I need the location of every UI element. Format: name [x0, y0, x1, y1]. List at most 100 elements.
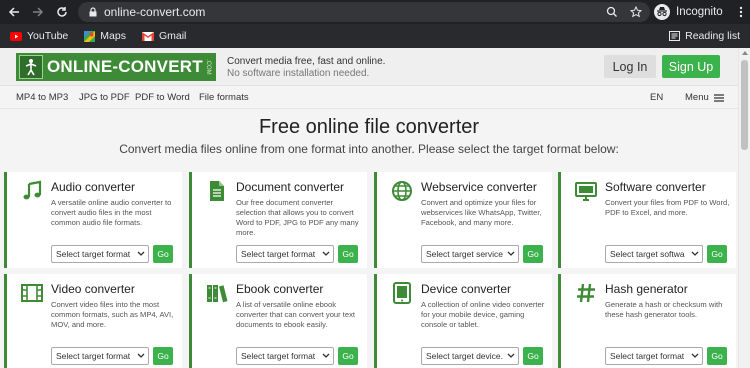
bookmark-label: YouTube [27, 30, 69, 42]
music-note-icon [23, 180, 42, 200]
signup-button[interactable]: Sign Up [662, 55, 720, 78]
scrollbar-thumb[interactable] [741, 60, 748, 150]
reading-list-label: Reading list [685, 30, 740, 42]
main-content: Free online file converter Convert media… [0, 110, 738, 368]
card-webservice-converter: Webservice converter Convert and optimiz… [374, 172, 552, 268]
chevron-down-icon [322, 353, 330, 358]
reading-list-icon [669, 31, 681, 41]
card-title: Audio converter [51, 180, 136, 194]
card-software-converter: Software converter Convert your files fr… [558, 172, 736, 268]
card-description: Convert and optimize your files for webs… [421, 198, 542, 227]
chevron-down-icon [691, 353, 699, 358]
go-button[interactable]: Go [338, 245, 358, 263]
card-audio-converter: Audio converter A versatile online audio… [4, 172, 182, 268]
bookmark-label: Gmail [158, 30, 187, 42]
target-format-select[interactable]: Select target format [51, 347, 149, 365]
reading-list-button[interactable]: Reading list [669, 24, 740, 48]
target-format-select[interactable]: Select target format [236, 347, 334, 365]
select-value: Select target format [610, 351, 685, 361]
card-video-converter: Video converter Convert video files into… [4, 274, 182, 368]
go-button[interactable]: Go [707, 245, 727, 263]
select-value: Select target service [426, 249, 504, 259]
chevron-down-icon [322, 251, 330, 256]
card-description: A versatile online audio converter to co… [51, 198, 172, 227]
chevron-down-icon [137, 251, 145, 256]
tagline-line1: Convert media free, fast and online. [227, 56, 386, 67]
chevron-down-icon [507, 251, 515, 256]
youtube-icon [10, 31, 22, 41]
card-description: Convert video files into the most common… [51, 300, 174, 329]
logo-com: .COM [204, 59, 211, 75]
tablet-icon [393, 282, 411, 304]
page-subtitle: Convert media files online from one form… [119, 142, 619, 156]
kebab-menu-icon[interactable] [739, 6, 743, 18]
target-format-select[interactable]: Select target format [236, 245, 334, 263]
card-title: Device converter [421, 282, 512, 296]
nav-link-jpg-to-pdf[interactable]: JPG to PDF [79, 92, 130, 103]
forward-button[interactable] [26, 0, 50, 24]
hamburger-icon [713, 93, 724, 102]
select-value: Select target format [56, 351, 131, 361]
card-ebook-converter: Ebook converter A list of versatile onli… [189, 274, 367, 368]
zoom-icon[interactable] [606, 6, 618, 18]
select-value: Select target format [56, 249, 131, 259]
target-software-select[interactable]: Select target softwa [605, 245, 703, 263]
bookmark-label: Maps [100, 30, 126, 42]
address-bar[interactable]: online-convert.com [78, 2, 650, 22]
scroll-up-arrow-icon[interactable] [742, 51, 748, 55]
browser-toolbar: online-convert.com Incognito [0, 0, 750, 24]
page-scrollbar[interactable] [738, 48, 750, 368]
maps-icon [84, 30, 96, 42]
chevron-down-icon [507, 353, 515, 358]
bookmark-gmail[interactable]: Gmail [141, 30, 187, 42]
nav-link-mp4-to-mp3[interactable]: MP4 to MP3 [16, 92, 68, 103]
hash-icon [577, 283, 595, 303]
go-button[interactable]: Go [153, 347, 173, 365]
target-format-select[interactable]: Select target format [51, 245, 149, 263]
profile-label: Incognito [676, 6, 723, 18]
gmail-icon [141, 31, 154, 41]
select-value: Select target format [241, 249, 316, 259]
forward-arrow-icon [33, 7, 44, 17]
incognito-icon [654, 4, 670, 20]
chevron-down-icon [137, 353, 145, 358]
nav-link-file-formats[interactable]: File formats [199, 92, 249, 103]
menu-button[interactable]: Menu [685, 92, 724, 103]
card-hash-generator: Hash generator Generate a hash or checks… [558, 274, 736, 368]
login-button[interactable]: Log In [604, 55, 656, 78]
reload-button[interactable] [50, 0, 74, 24]
select-value: Select target softwa [610, 249, 685, 259]
go-button[interactable]: Go [707, 347, 727, 365]
nav-link-pdf-to-word[interactable]: PDF to Word [135, 92, 190, 103]
card-title: Hash generator [605, 282, 688, 296]
chevron-down-icon [691, 251, 699, 256]
target-service-select[interactable]: Select target service [421, 245, 519, 263]
go-button[interactable]: Go [523, 245, 543, 263]
language-selector[interactable]: EN [650, 92, 663, 103]
target-format-select[interactable]: Select target format [605, 347, 703, 365]
card-description: A list of versatile online ebook convert… [236, 300, 356, 329]
logo-figure-icon [19, 55, 43, 79]
bookmark-youtube[interactable]: YouTube [10, 30, 68, 42]
incognito-profile[interactable]: Incognito [654, 2, 743, 22]
site-header: ONLINE-CONVERT .COM Convert media free, … [0, 48, 738, 86]
reload-icon [57, 7, 67, 17]
go-button[interactable]: Go [338, 347, 358, 365]
back-arrow-icon [8, 7, 19, 17]
back-button[interactable] [2, 0, 26, 24]
card-description: A collection of online video converter f… [421, 300, 545, 329]
card-description: Generate a hash or checksum with these h… [605, 300, 723, 319]
film-icon [21, 284, 43, 302]
card-document-converter: Document converter Our free document con… [189, 172, 367, 268]
go-button[interactable]: Go [153, 245, 173, 263]
site-logo[interactable]: ONLINE-CONVERT .COM [16, 53, 216, 81]
bookmark-star-icon[interactable] [630, 6, 642, 18]
select-value: Select target device. [426, 351, 504, 361]
card-title: Document converter [236, 180, 345, 194]
target-device-select[interactable]: Select target device. [421, 347, 519, 365]
tagline: Convert media free, fast and online. No … [227, 56, 385, 80]
bookmark-maps[interactable]: Maps [84, 30, 126, 42]
go-button[interactable]: Go [523, 347, 543, 365]
card-title: Video converter [51, 282, 135, 296]
card-description: Convert your files from PDF to Word, PDF… [605, 198, 730, 217]
